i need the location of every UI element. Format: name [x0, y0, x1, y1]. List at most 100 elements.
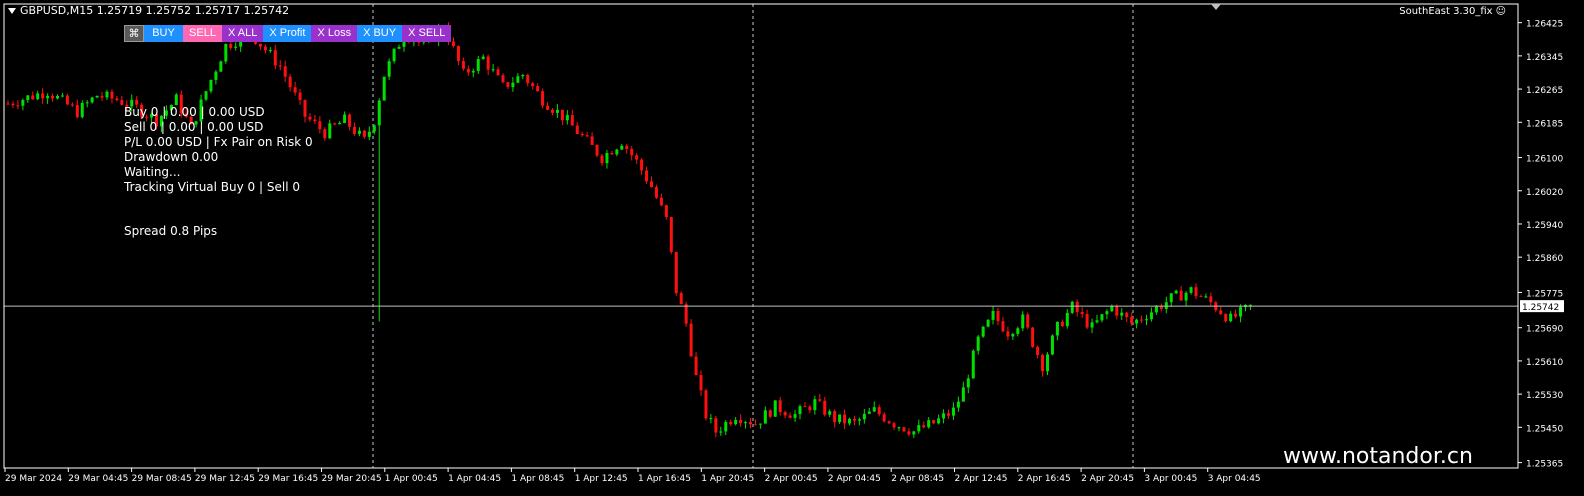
bid-line-layer: 1.25742 — [4, 300, 1564, 313]
candle — [353, 122, 356, 136]
y-tick-label: 1.26345 — [1526, 53, 1563, 63]
candle — [1164, 296, 1168, 314]
candle — [16, 100, 20, 110]
candle — [947, 409, 950, 419]
candle — [541, 88, 545, 109]
candle — [704, 388, 708, 421]
candle — [338, 121, 342, 125]
candle — [174, 92, 178, 106]
close-profit-button[interactable]: X Profit — [263, 25, 312, 42]
candle — [1204, 293, 1208, 299]
x-tick-label: 29 Mar 08:45 — [132, 474, 192, 484]
candle — [585, 131, 589, 138]
symbol-title-text: GBPUSD,M15 1.25719 1.25752 1.25717 1.257… — [20, 4, 290, 17]
candle — [333, 122, 337, 126]
candle — [1189, 286, 1193, 295]
y-tick-label: 1.25530 — [1526, 391, 1563, 401]
candle — [397, 44, 401, 50]
candle — [739, 414, 743, 427]
candle — [85, 99, 89, 108]
candle — [546, 102, 550, 111]
candle — [209, 79, 213, 94]
candle — [1194, 283, 1198, 300]
chart-shift-marker-icon[interactable] — [1211, 4, 1221, 10]
y-tick-label: 1.26265 — [1526, 86, 1563, 96]
buy-button[interactable]: BUY — [144, 25, 183, 42]
y-tick-label: 1.25690 — [1526, 325, 1563, 335]
candle — [1248, 304, 1252, 311]
candle — [362, 129, 366, 139]
trade-toolbar: ⌘ BUY SELL X ALL X Profit X Loss X BUY X… — [124, 25, 452, 42]
candle — [600, 154, 604, 166]
candle — [961, 381, 965, 402]
candle — [966, 374, 970, 394]
candle — [981, 326, 985, 338]
candle — [942, 409, 946, 424]
candle — [1140, 315, 1144, 324]
candle — [793, 409, 797, 422]
candle — [986, 319, 990, 328]
x-tick-label: 2 Apr 12:45 — [955, 474, 1008, 484]
candle — [531, 81, 535, 90]
sell-button[interactable]: SELL — [183, 25, 222, 42]
x-tick-label: 1 Apr 00:45 — [385, 474, 438, 484]
candle — [234, 42, 238, 51]
close-loss-button[interactable]: X Loss — [311, 25, 358, 42]
candle — [867, 408, 871, 415]
candle — [288, 73, 292, 92]
candle — [536, 83, 540, 92]
x-tick-label: 1 Apr 20:45 — [701, 474, 754, 484]
x-tick-label: 2 Apr 16:45 — [1018, 474, 1071, 484]
candle — [991, 306, 995, 325]
candle — [590, 132, 594, 146]
candle — [724, 420, 728, 436]
y-tick-label: 1.26425 — [1526, 20, 1563, 30]
close-buy-button[interactable]: X BUY — [357, 25, 403, 42]
candle — [387, 58, 391, 80]
candle — [56, 94, 59, 100]
candle — [357, 127, 361, 137]
bid-price-label: 1.25742 — [1522, 303, 1559, 313]
candle — [917, 419, 921, 434]
dropdown-triangle-icon[interactable] — [8, 8, 16, 14]
candle — [1001, 316, 1005, 333]
candle — [1169, 293, 1173, 307]
close-sell-button[interactable]: X SELL — [402, 25, 452, 42]
candle — [1036, 345, 1040, 359]
drawdown-text: Drawdown 0.00 — [124, 150, 219, 164]
candle — [273, 44, 277, 70]
candle — [971, 349, 975, 379]
candle — [268, 47, 272, 53]
price-chart[interactable]: 1.25742 1.264251.263451.262651.261851.26… — [0, 0, 1584, 496]
candle — [640, 158, 644, 175]
candle — [1105, 309, 1109, 320]
candle — [1135, 318, 1139, 329]
candle — [456, 45, 460, 66]
candle — [481, 54, 485, 60]
x-tick-label: 2 Apr 08:45 — [891, 474, 944, 484]
candle — [298, 88, 302, 105]
candle — [36, 90, 40, 101]
candle — [833, 409, 837, 428]
candle — [645, 166, 649, 184]
candle — [560, 109, 564, 126]
candle — [452, 37, 455, 48]
candle — [1214, 300, 1218, 313]
close-all-button[interactable]: X ALL — [222, 25, 264, 42]
candle — [105, 89, 109, 100]
smiley-icon[interactable]: ☺ — [1496, 6, 1506, 17]
candle — [615, 148, 619, 157]
candle — [818, 394, 822, 403]
move-panel-icon[interactable]: ⌘ — [124, 25, 144, 42]
candle — [610, 150, 614, 155]
candle — [60, 92, 64, 98]
candle — [907, 427, 911, 437]
watermark-text: www.notandor.cn — [1283, 444, 1473, 469]
candle — [650, 176, 653, 188]
candle — [1219, 306, 1223, 315]
x-tick-label: 29 Mar 12:45 — [195, 474, 255, 484]
candle — [654, 184, 658, 200]
candle — [521, 74, 525, 80]
candle — [620, 143, 624, 151]
candle — [565, 110, 569, 125]
